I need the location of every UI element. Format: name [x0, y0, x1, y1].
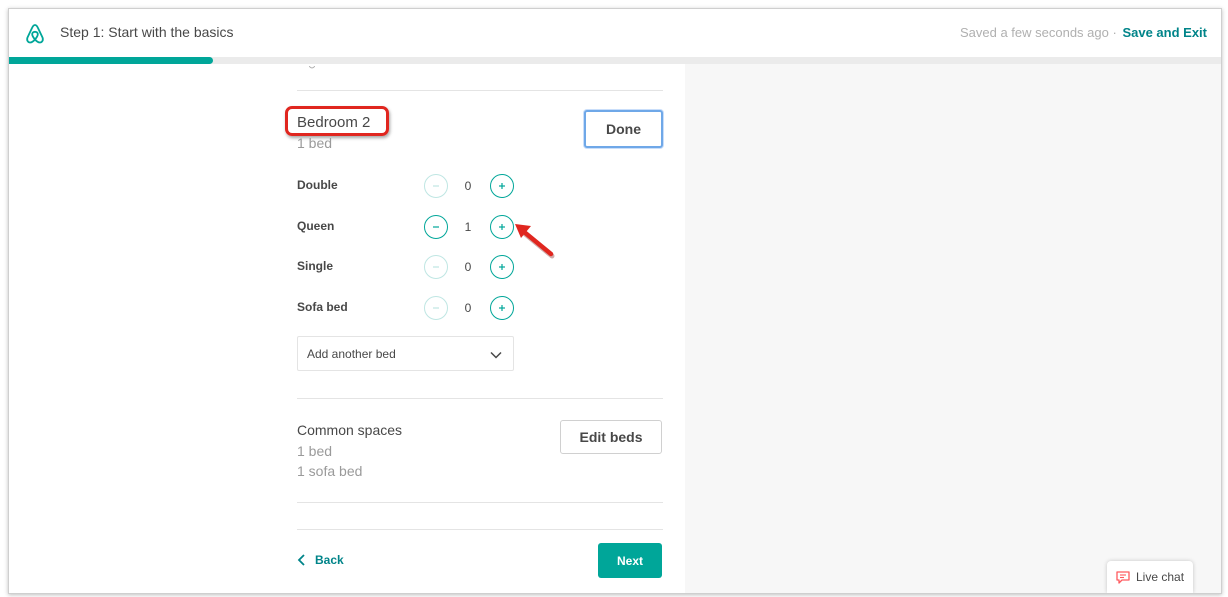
live-chat-label: Live chat	[1136, 570, 1185, 584]
app-window: Step 1: Start with the basics Saved a fe…	[8, 8, 1222, 594]
top-bar: Step 1: Start with the basics Saved a fe…	[9, 9, 1221, 58]
section-divider	[297, 90, 663, 91]
back-button[interactable]: Back	[297, 553, 344, 567]
airbnb-logo-icon[interactable]	[23, 22, 47, 46]
live-chat-button[interactable]: Live chat	[1107, 561, 1193, 593]
bed-count: 0	[464, 260, 472, 274]
chevron-down-icon	[490, 351, 502, 359]
plus-icon	[499, 183, 505, 189]
chevron-left-icon	[297, 554, 305, 566]
bedroom-bed-summary: 1 bed	[297, 135, 333, 151]
edit-beds-button[interactable]: Edit beds	[560, 420, 662, 454]
clipped-text-fragment	[309, 66, 315, 69]
back-label: Back	[315, 553, 344, 567]
chat-bubble-icon	[1116, 571, 1130, 584]
plus-icon	[499, 264, 505, 270]
saved-status-text: Saved a few seconds ago	[959, 25, 1109, 40]
progress-bar-fill	[9, 57, 213, 64]
next-button[interactable]: Next	[598, 543, 662, 578]
footer-divider	[297, 529, 663, 530]
step-title: Step 1: Start with the basics	[60, 24, 234, 40]
section-divider	[297, 502, 663, 503]
save-status: Saved a few seconds ago · Save and Exit	[960, 25, 1207, 40]
add-bed-placeholder: Add another bed	[307, 347, 396, 361]
decrease-queen-button[interactable]	[424, 215, 448, 239]
bed-count: 1	[464, 220, 472, 234]
common-spaces-bed-line: 1 bed	[297, 443, 333, 459]
highlight-annotation	[285, 106, 389, 136]
status-separator: ·	[1112, 25, 1117, 40]
bed-row-sofa-bed: Sofa bed 0	[297, 294, 537, 322]
plus-icon	[499, 305, 505, 311]
bed-row-queen: Queen 1	[297, 213, 537, 241]
save-and-exit-link[interactable]: Save and Exit	[1122, 25, 1207, 40]
decrease-sofa-bed-button[interactable]	[424, 296, 448, 320]
bed-row-double: Double 0	[297, 172, 537, 200]
increase-sofa-bed-button[interactable]	[490, 296, 514, 320]
minus-icon	[433, 185, 439, 187]
bed-count: 0	[464, 179, 472, 193]
decrease-single-button[interactable]	[424, 255, 448, 279]
decrease-double-button[interactable]	[424, 174, 448, 198]
increase-queen-button[interactable]	[490, 215, 514, 239]
bed-type-label: Double	[297, 178, 338, 192]
preview-panel	[685, 64, 1221, 593]
bed-type-label: Single	[297, 259, 334, 273]
bed-type-label: Sofa bed	[297, 300, 348, 314]
add-another-bed-select[interactable]: Add another bed	[297, 336, 514, 371]
bed-row-single: Single 0	[297, 253, 537, 281]
section-divider	[297, 398, 663, 399]
progress-bar	[9, 57, 1221, 64]
minus-icon	[433, 307, 439, 309]
bed-count: 0	[464, 301, 472, 315]
plus-icon	[499, 224, 505, 230]
common-spaces-title: Common spaces	[297, 422, 403, 438]
increase-double-button[interactable]	[490, 174, 514, 198]
minus-icon	[433, 226, 439, 228]
increase-single-button[interactable]	[490, 255, 514, 279]
done-button[interactable]: Done	[584, 110, 663, 148]
minus-icon	[433, 266, 439, 268]
common-spaces-bed-line: 1 sofa bed	[297, 463, 363, 479]
bed-type-label: Queen	[297, 219, 335, 233]
